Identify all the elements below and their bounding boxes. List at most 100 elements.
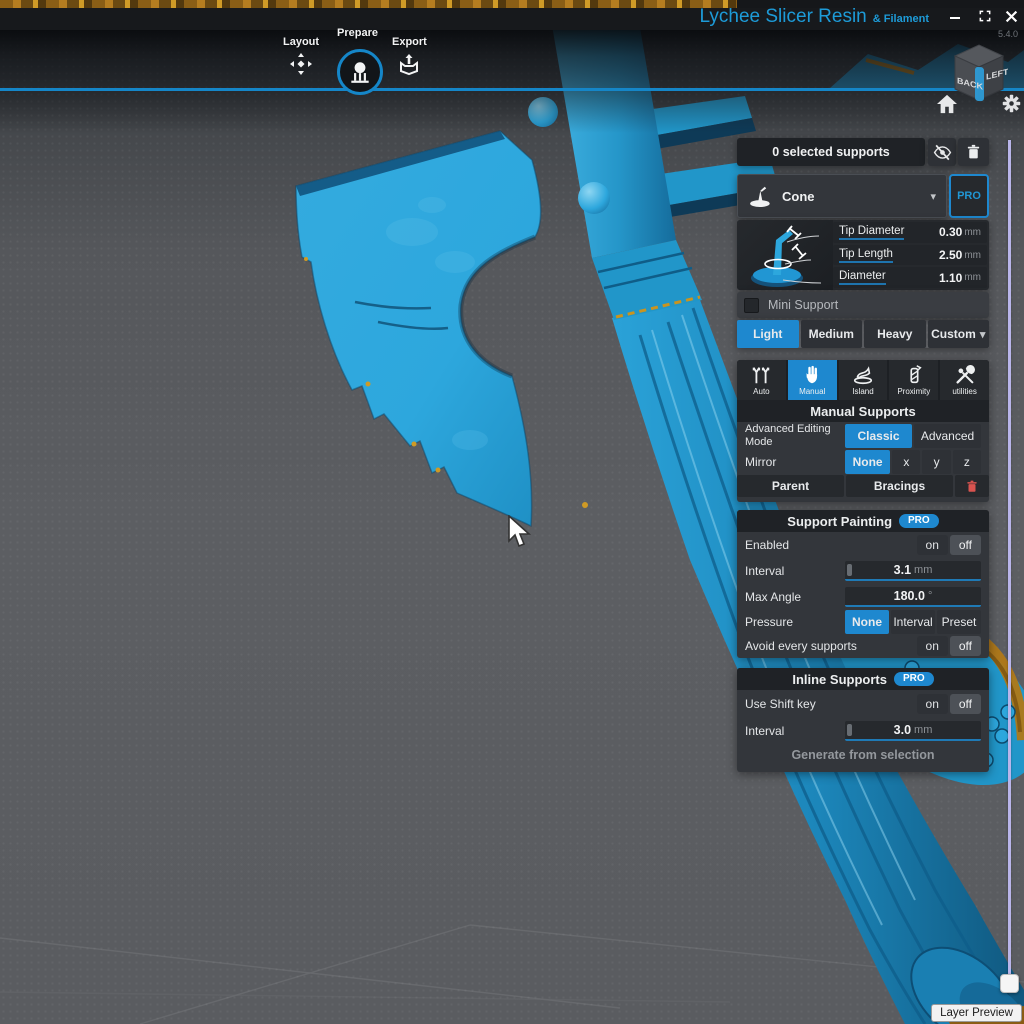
- tool-auto[interactable]: Auto: [737, 360, 786, 400]
- inline-supports-header: Inline Supports: [792, 672, 887, 687]
- mirror-none-button[interactable]: None: [845, 450, 890, 474]
- shift-off-button[interactable]: off: [950, 694, 981, 714]
- scene-gold-strip: [0, 0, 737, 8]
- max-angle-label: Max Angle: [745, 590, 845, 604]
- tool-utilities-label: utilities: [952, 387, 976, 396]
- auto-supports-icon: [750, 364, 772, 386]
- tab-export[interactable]: Export: [392, 36, 427, 76]
- app-title: Lychee Slicer Resin: [700, 6, 867, 28]
- mini-support-label: Mini Support: [768, 298, 838, 312]
- generate-from-selection-button[interactable]: Generate from selection: [737, 744, 989, 766]
- weight-medium-button[interactable]: Medium: [801, 320, 863, 348]
- painting-off-button[interactable]: off: [950, 535, 981, 555]
- app-subtitle: & Filament: [873, 13, 929, 25]
- weight-custom-label: Custom: [931, 327, 976, 341]
- avoid-on-button[interactable]: on: [917, 636, 948, 656]
- delete-supports-button[interactable]: [958, 138, 989, 166]
- view-cube[interactable]: BACK LEFT: [950, 40, 1008, 111]
- pressure-label: Pressure: [745, 615, 845, 629]
- manual-supports-header: Manual Supports: [737, 400, 989, 422]
- tab-prepare[interactable]: Prepare: [337, 27, 378, 39]
- lychee-slicer-window: Lychee Slicer Resin & Filament 5.4.0 Lay…: [0, 0, 1024, 1024]
- red-trash-icon: [965, 479, 979, 494]
- cone-support-icon: [748, 183, 774, 209]
- tool-manual[interactable]: Manual: [788, 360, 837, 400]
- layer-slider-handle[interactable]: [1000, 974, 1019, 993]
- shift-on-button[interactable]: on: [917, 694, 948, 714]
- hide-supports-button[interactable]: [928, 138, 956, 166]
- home-view-button[interactable]: [936, 94, 958, 119]
- editing-mode-advanced-button[interactable]: Advanced: [914, 424, 981, 448]
- tab-prepare-circle[interactable]: [337, 49, 383, 95]
- settings-button[interactable]: [1001, 93, 1022, 119]
- close-button[interactable]: [1000, 7, 1022, 25]
- prepare-supports-icon: [347, 59, 373, 85]
- chevron-down-icon: ▾: [980, 328, 986, 341]
- mirror-y-button[interactable]: y: [922, 450, 950, 474]
- tool-utilities[interactable]: utilities: [940, 360, 989, 400]
- diameter-unit: mm: [964, 272, 981, 283]
- support-type-dropdown[interactable]: Cone ▾: [737, 174, 947, 218]
- advanced-editing-mode-label: Advanced Editing Mode: [745, 423, 845, 448]
- drag-handle[interactable]: [847, 724, 852, 736]
- parent-button[interactable]: Parent: [737, 475, 844, 497]
- minimize-icon: [949, 10, 961, 22]
- tool-proximity[interactable]: Proximity: [889, 360, 938, 400]
- painting-on-button[interactable]: on: [917, 535, 948, 555]
- inline-interval-label: Interval: [745, 724, 845, 738]
- use-shift-key-label: Use Shift key: [745, 697, 816, 711]
- tool-manual-label: Manual: [799, 387, 825, 396]
- gear-icon: [1001, 93, 1022, 114]
- layer-preview-button[interactable]: Layer Preview: [931, 1004, 1022, 1022]
- avoid-supports-label: Avoid every supports: [745, 639, 857, 653]
- layout-move-icon: [289, 52, 313, 76]
- avoid-off-button[interactable]: off: [950, 636, 981, 656]
- selected-supports-counter: 0 selected supports: [737, 138, 925, 166]
- tip-length-field[interactable]: Tip Length 2.50 mm: [833, 245, 987, 266]
- inline-interval-input[interactable]: 3.0 mm: [845, 721, 981, 741]
- max-angle-unit: °: [928, 590, 932, 602]
- weight-custom-dropdown[interactable]: Custom ▾: [928, 320, 990, 348]
- maximize-button[interactable]: [974, 7, 996, 25]
- painting-interval-label: Interval: [745, 564, 845, 578]
- inline-interval-value: 3.0: [894, 723, 911, 737]
- proximity-icon: [903, 364, 925, 386]
- mirror-x-button[interactable]: x: [892, 450, 920, 474]
- layer-slider-track[interactable]: [1008, 140, 1011, 985]
- tab-layout[interactable]: Layout: [283, 36, 319, 76]
- weight-heavy-button[interactable]: Heavy: [864, 320, 926, 348]
- utilities-wrench-icon: [954, 364, 976, 386]
- editing-mode-classic-button[interactable]: Classic: [845, 424, 912, 448]
- inline-interval-unit: mm: [914, 724, 932, 736]
- trash-icon: [965, 143, 982, 161]
- tool-island[interactable]: Island: [839, 360, 888, 400]
- diameter-field[interactable]: Diameter 1.10 mm: [833, 267, 987, 288]
- minimize-button[interactable]: [944, 7, 966, 25]
- mini-support-checkbox[interactable]: [744, 298, 759, 313]
- enabled-label: Enabled: [745, 538, 789, 552]
- tip-diameter-label: Tip Diameter: [839, 225, 904, 240]
- chevron-down-icon: ▾: [930, 190, 936, 203]
- pressure-preset-button[interactable]: Preset: [937, 610, 981, 634]
- support-type-pro-button[interactable]: PRO: [949, 174, 989, 218]
- under-line-shade: [0, 91, 1024, 133]
- painting-interval-input[interactable]: 3.1 mm: [845, 561, 981, 581]
- mirror-z-button[interactable]: z: [953, 450, 981, 474]
- island-supports-icon: [852, 364, 874, 386]
- weight-light-button[interactable]: Light: [737, 320, 799, 348]
- max-angle-value: 180.0: [894, 589, 925, 603]
- tip-diameter-value: 0.30: [939, 225, 962, 239]
- delete-bracings-button[interactable]: [955, 475, 989, 497]
- bracings-button[interactable]: Bracings: [846, 475, 953, 497]
- max-angle-input[interactable]: 180.0 °: [845, 587, 981, 607]
- drag-handle[interactable]: [847, 564, 852, 576]
- pressure-interval-button[interactable]: Interval: [891, 610, 935, 634]
- tip-diameter-field[interactable]: Tip Diameter 0.30 mm: [833, 222, 987, 243]
- tip-length-unit: mm: [964, 250, 981, 261]
- axe-blade: [296, 131, 588, 526]
- tool-proximity-label: Proximity: [897, 387, 930, 396]
- painting-interval-unit: mm: [914, 564, 932, 576]
- tip-length-value: 2.50: [939, 248, 962, 262]
- close-icon: [1005, 10, 1018, 23]
- pressure-none-button[interactable]: None: [845, 610, 889, 634]
